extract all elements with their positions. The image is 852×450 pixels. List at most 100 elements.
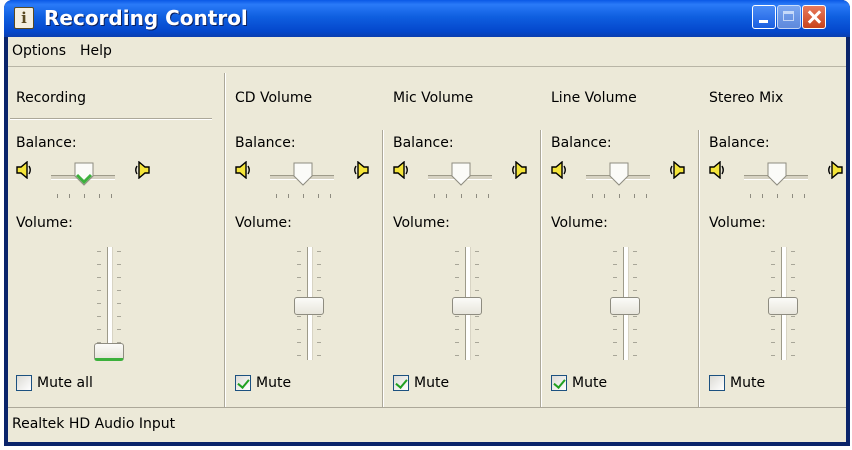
menu-options[interactable]: Options <box>12 43 66 59</box>
volume-tick <box>475 290 479 291</box>
volume-slider-thumb[interactable] <box>294 297 324 315</box>
balance-slider-thumb[interactable] <box>293 162 313 186</box>
close-button[interactable] <box>802 5 826 29</box>
balance-tick <box>762 194 763 198</box>
volume-tick <box>97 303 101 304</box>
mute-checkbox[interactable] <box>551 375 567 391</box>
window-title: Recording Control <box>44 6 248 30</box>
mute-label: Mute <box>256 375 292 391</box>
volume-tick <box>297 329 301 330</box>
channel-header: Mic Volume <box>393 90 474 106</box>
volume-tick <box>791 355 795 356</box>
volume-slider-thumb[interactable] <box>768 297 798 315</box>
balance-tick <box>619 194 620 198</box>
volume-tick <box>455 251 459 252</box>
mute-checkbox[interactable] <box>393 375 409 391</box>
balance-tick <box>434 194 435 198</box>
volume-tick <box>297 251 301 252</box>
mute-all-checkbox[interactable] <box>16 375 32 391</box>
volume-tick <box>117 264 121 265</box>
balance-tick <box>276 194 277 198</box>
volume-label: Volume: <box>16 215 73 231</box>
balance-ticks <box>434 194 489 198</box>
volume-tick <box>613 290 617 291</box>
volume-tick <box>297 355 301 356</box>
balance-slider-thumb[interactable] <box>451 162 471 186</box>
volume-tick <box>791 316 795 317</box>
balance-tick <box>476 194 477 198</box>
volume-tick <box>633 290 637 291</box>
speaker-right-icon <box>827 160 843 180</box>
balance-tick <box>646 194 647 198</box>
balance-tick <box>69 194 70 198</box>
volume-slider-thumb[interactable] <box>94 343 124 361</box>
volume-tick <box>771 316 775 317</box>
volume-tick <box>633 264 637 265</box>
master-divider <box>224 73 226 407</box>
balance-tick <box>111 194 112 198</box>
volume-slider-thumb[interactable] <box>610 297 640 315</box>
app-icon: i <box>14 7 34 29</box>
volume-tick <box>791 329 795 330</box>
balance-slider-thumb[interactable] <box>767 162 787 186</box>
volume-tick <box>633 355 637 356</box>
volume-tick <box>297 316 301 317</box>
volume-tick <box>791 251 795 252</box>
volume-tick <box>455 277 459 278</box>
title-bar[interactable]: i Recording Control <box>4 0 850 37</box>
balance-ticks <box>57 194 112 198</box>
balance-tick <box>330 194 331 198</box>
recording-control-window: i Recording Control Options Help Recordi… <box>4 0 850 446</box>
volume-tick <box>633 342 637 343</box>
menu-help[interactable]: Help <box>80 43 112 59</box>
volume-tick <box>117 251 121 252</box>
balance-tick <box>792 194 793 198</box>
balance-label: Balance: <box>551 135 612 151</box>
balance-tick <box>634 194 635 198</box>
volume-tick <box>297 342 301 343</box>
volume-tick <box>97 329 101 330</box>
volume-tick <box>117 303 121 304</box>
volume-tick <box>297 290 301 291</box>
volume-tick <box>317 342 321 343</box>
volume-tick <box>613 342 617 343</box>
volume-tick <box>475 277 479 278</box>
volume-tick <box>297 277 301 278</box>
balance-tick <box>604 194 605 198</box>
volume-slider-thumb[interactable] <box>452 297 482 315</box>
volume-tick <box>317 355 321 356</box>
balance-tick <box>318 194 319 198</box>
volume-tick <box>613 264 617 265</box>
volume-tick <box>771 264 775 265</box>
volume-tick <box>791 277 795 278</box>
volume-tick <box>455 329 459 330</box>
balance-tick <box>488 194 489 198</box>
balance-label: Balance: <box>393 135 454 151</box>
volume-tick <box>613 277 617 278</box>
volume-tick <box>455 264 459 265</box>
volume-tick <box>475 342 479 343</box>
channel-column: CD Volume Balance: Volume: Mute <box>232 67 382 407</box>
channel-column: Line Volume Balance: Volume: Mute <box>548 67 698 407</box>
volume-tick <box>771 355 775 356</box>
volume-tick <box>455 355 459 356</box>
volume-tick <box>475 329 479 330</box>
minimize-button[interactable] <box>752 5 776 29</box>
volume-tick <box>475 251 479 252</box>
balance-ticks <box>276 194 331 198</box>
speaker-right-icon <box>511 160 527 180</box>
balance-tick <box>461 194 462 198</box>
balance-tick <box>99 194 100 198</box>
volume-tick <box>117 290 121 291</box>
balance-tick <box>750 194 751 198</box>
balance-slider-thumb[interactable] <box>74 162 94 186</box>
mute-checkbox[interactable] <box>709 375 725 391</box>
speaker-right-icon <box>669 160 685 180</box>
mute-checkbox[interactable] <box>235 375 251 391</box>
balance-tick <box>804 194 805 198</box>
volume-tick <box>97 251 101 252</box>
volume-tick <box>97 277 101 278</box>
volume-tick <box>771 251 775 252</box>
channel-column: Stereo Mix Balance: Volume: Mute <box>706 67 850 407</box>
balance-slider-thumb[interactable] <box>609 162 629 186</box>
